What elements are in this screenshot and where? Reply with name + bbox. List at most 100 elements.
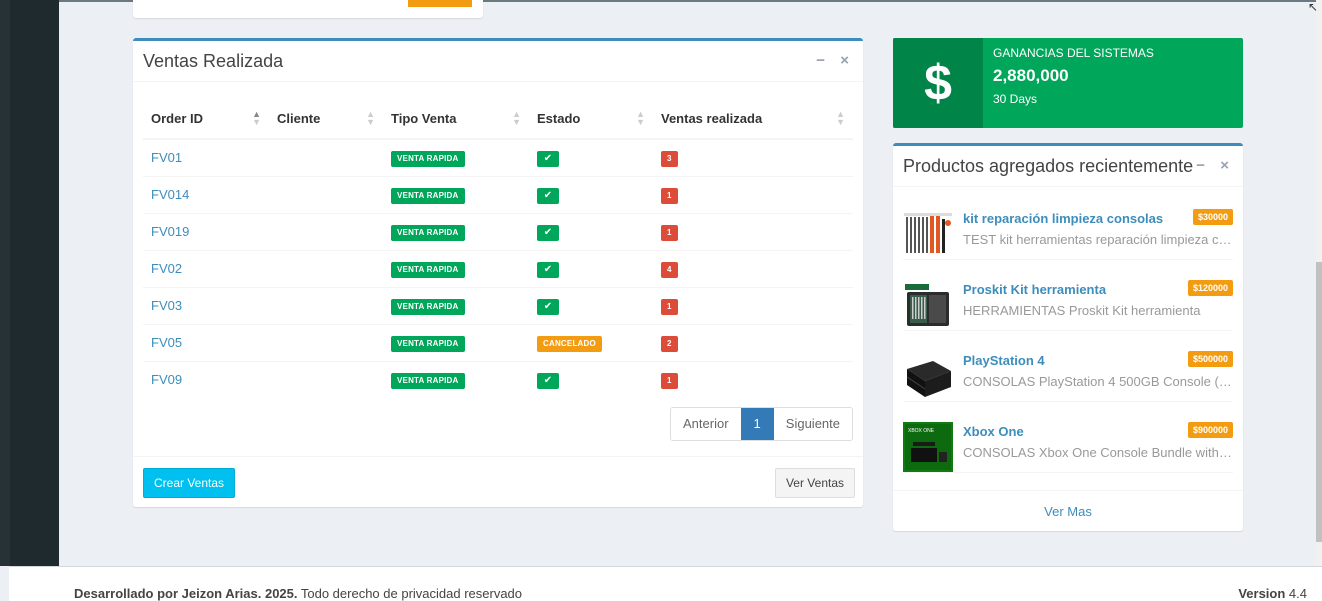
product-name-link[interactable]: Proskit Kit herramienta [963, 282, 1106, 297]
cell-tipo-venta: VENTA RAPIDA [383, 249, 529, 287]
check-icon: ✔ [537, 187, 559, 204]
sales-count-badge: 1 [661, 224, 678, 241]
order-link[interactable]: FV05 [151, 335, 182, 350]
order-link[interactable]: FV01 [151, 150, 182, 165]
cell-estado: ✔ [529, 175, 653, 213]
product-image [903, 280, 953, 330]
price-badge: $120000 [1187, 280, 1233, 296]
cell-order-id: FV03 [143, 286, 269, 324]
view-more-link[interactable]: Ver Mas [893, 490, 1243, 531]
earnings-period: 30 Days [993, 92, 1038, 106]
cell-tipo-venta: VENTA RAPIDA [383, 360, 529, 398]
sale-type-badge: VENTA RAPIDA [391, 372, 465, 389]
table-row: FV014 VENTA RAPIDA ✔ 1 [143, 175, 853, 213]
cell-order-id: FV05 [143, 323, 269, 361]
footer-credit: Desarrollado por Jeizon Arias. 2025. Tod… [74, 586, 523, 601]
product-item: XBOX ONE Xbox One $900000 CONSOLAS Xbox One… [903, 402, 1233, 473]
product-list: kit reparación limpieza consolas $30000 TE… [893, 189, 1243, 473]
cell-cliente [269, 138, 383, 176]
view-sales-button[interactable]: Ver Ventas [774, 468, 855, 498]
footer-version: Version 4.4 [1238, 586, 1307, 601]
earnings-info-box: $ GANANCIAS DEL SISTEMAS 2,880,000 30 Da… [893, 38, 1243, 128]
products-box-title: Productos agregados recientemente [903, 156, 1194, 176]
product-description: CONSOLAS PlayStation 4 500GB Console (PS… [963, 374, 1233, 389]
sales-count-badge: 4 [661, 261, 678, 278]
product-image: XBOX ONE [903, 422, 953, 472]
pagination-prev[interactable]: Anterior [671, 408, 741, 440]
scrollbar-thumb[interactable] [1316, 262, 1322, 542]
price-badge: $500000 [1187, 351, 1233, 367]
cell-estado: ✔ [529, 212, 653, 250]
cell-order-id: FV014 [143, 175, 269, 213]
earnings-label: GANANCIAS DEL SISTEMAS [993, 46, 1154, 60]
order-link[interactable]: FV02 [151, 261, 182, 276]
sort-icon: ▲ ▼ [512, 109, 521, 127]
cell-estado: ✔ [529, 360, 653, 398]
sort-icon: ▲ ▼ [366, 109, 375, 127]
cell-cliente [269, 249, 383, 287]
create-sale-button[interactable]: Crear Ventas [143, 468, 236, 498]
product-item: kit reparación limpieza consolas $30000 TE… [903, 189, 1233, 260]
column-header-tipo-venta[interactable]: Tipo Venta ▲ ▼ [383, 98, 529, 140]
previous-box-button[interactable] [408, 0, 472, 7]
cell-order-id: FV019 [143, 212, 269, 250]
earnings-value: 2,880,000 [993, 66, 1069, 85]
cell-estado: ✔ [529, 138, 653, 176]
cell-estado: ✔ [529, 286, 653, 324]
cell-estado: ✔ [529, 249, 653, 287]
sales-count-badge: 1 [661, 298, 678, 315]
sort-icon: ▲ ▼ [836, 109, 845, 127]
price-badge: $30000 [1192, 209, 1233, 225]
sales-box: Ventas Realizada − × Order ID ▲ ▼ Cliente ▲… [133, 38, 863, 507]
close-icon[interactable]: × [840, 52, 849, 69]
cell-cliente [269, 175, 383, 213]
order-link[interactable]: FV019 [151, 224, 189, 239]
product-image [903, 209, 953, 259]
sales-count-badge: 1 [661, 372, 678, 389]
table-row: FV09 VENTA RAPIDA ✔ 1 [143, 360, 853, 398]
cell-cliente [269, 212, 383, 250]
sales-box-title: Ventas Realizada [143, 51, 284, 71]
table-row: FV05 VENTA RAPIDA CANCELADO 2 [143, 323, 853, 361]
cell-ventas: 1 [653, 360, 853, 398]
sort-icon: ▲ ▼ [636, 109, 645, 127]
cell-order-id: FV09 [143, 360, 269, 398]
pagination-page-1[interactable]: 1 [740, 408, 774, 440]
pagination-next[interactable]: Siguiente [773, 408, 852, 440]
cell-tipo-venta: VENTA RAPIDA [383, 286, 529, 324]
cell-tipo-venta: VENTA RAPIDA [383, 212, 529, 250]
cell-cliente [269, 360, 383, 398]
column-header-estado[interactable]: Estado ▲ ▼ [529, 98, 653, 140]
table-row: FV019 VENTA RAPIDA ✔ 1 [143, 212, 853, 250]
order-link[interactable]: FV09 [151, 372, 182, 387]
status-badge: CANCELADO [537, 335, 602, 352]
order-link[interactable]: FV03 [151, 298, 182, 313]
recent-products-box: Productos agregados recientemente − × ki… [893, 143, 1243, 531]
product-description: HERRAMIENTAS Proskit Kit herramienta [963, 303, 1201, 318]
close-icon[interactable]: × [1220, 157, 1229, 174]
product-name-link[interactable]: PlayStation 4 [963, 353, 1045, 368]
dollar-icon: $ [893, 38, 983, 128]
table-header-row: Order ID ▲ ▼ Cliente ▲ ▼ Tipo Venta ▲ ▼ Estado… [143, 98, 853, 140]
product-item: Proskit Kit herramienta $120000 HERRAMIENT… [903, 260, 1233, 331]
order-link[interactable]: FV014 [151, 187, 189, 202]
cell-ventas: 2 [653, 323, 853, 361]
cell-ventas: 1 [653, 286, 853, 324]
products-box-header: Productos agregados recientemente − × [893, 146, 1243, 187]
pagination: Anterior 1 Siguiente [670, 407, 853, 441]
corner-arrow-icon: ↖ [1307, 0, 1318, 14]
cell-cliente [269, 323, 383, 361]
product-description: CONSOLAS Xbox One Console Bundle with Ki… [963, 445, 1233, 460]
column-header-cliente[interactable]: Cliente ▲ ▼ [269, 98, 383, 140]
minus-icon[interactable]: − [816, 52, 825, 69]
product-name-link[interactable]: Xbox One [963, 424, 1024, 439]
column-header-order-id[interactable]: Order ID ▲ ▼ [143, 98, 269, 140]
minus-icon[interactable]: − [1196, 157, 1205, 174]
column-header-ventas-realizada[interactable]: Ventas realizada ▲ ▼ [653, 98, 853, 140]
cell-order-id: FV01 [143, 138, 269, 176]
cell-ventas: 3 [653, 138, 853, 176]
sales-table: Order ID ▲ ▼ Cliente ▲ ▼ Tipo Venta ▲ ▼ Estado… [143, 98, 853, 398]
sale-type-badge: VENTA RAPIDA [391, 150, 465, 167]
product-name-link[interactable]: kit reparación limpieza consolas [963, 211, 1163, 226]
sale-type-badge: VENTA RAPIDA [391, 298, 465, 315]
